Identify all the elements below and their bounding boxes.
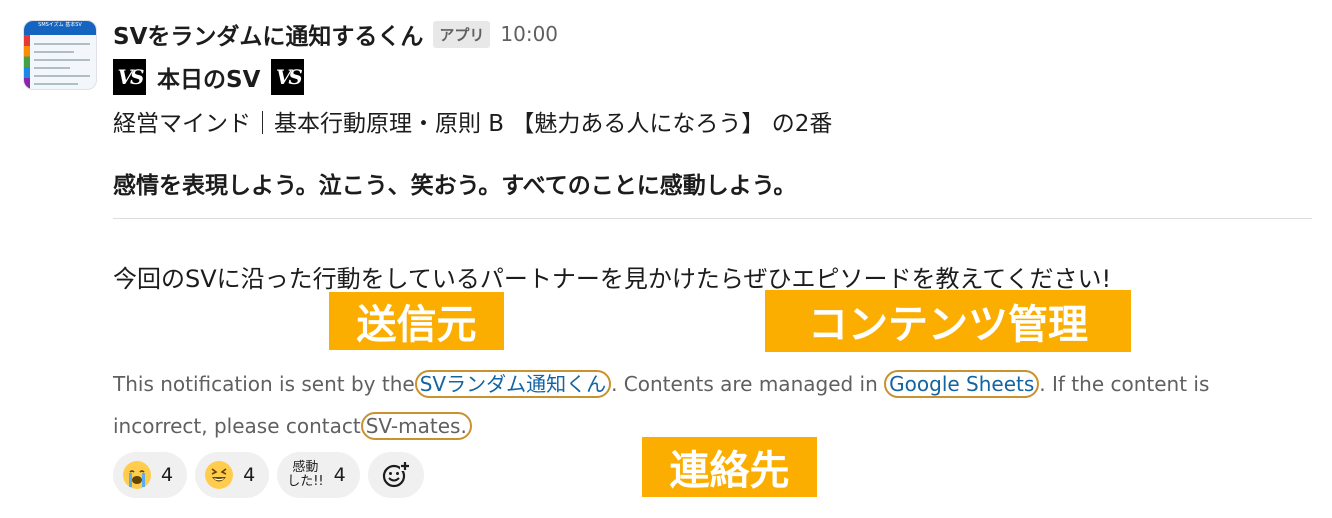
- sv-category: 経営マインド｜基本行動原理・原則 B 【魅力ある人になろう】 の2番: [113, 111, 833, 137]
- callout-contents: コンテンツ管理: [765, 290, 1131, 352]
- avatar-line: [34, 51, 74, 53]
- reaction-crying[interactable]: 4: [113, 452, 188, 498]
- reaction-kandou[interactable]: 感動 した!! 4: [277, 452, 360, 498]
- reaction-count: 4: [333, 464, 346, 486]
- avatar-line: [34, 83, 78, 85]
- add-emoji-icon: [382, 461, 410, 488]
- loudly-crying-face-icon: [123, 461, 151, 489]
- sender-link[interactable]: SVランダム通知くん: [414, 370, 612, 398]
- contact-mention[interactable]: SV-mates.: [360, 412, 472, 440]
- contact-name: SV-mates: [365, 414, 461, 438]
- vs-logo-icon: VS: [271, 59, 305, 95]
- avatar-sidebar: [24, 35, 30, 89]
- app-avatar[interactable]: SMSイズム 基本SV: [23, 20, 97, 90]
- message-timestamp[interactable]: 10:00: [500, 22, 558, 46]
- notification-footer: This notification is sent by the SVランダム通知…: [113, 363, 1303, 447]
- reaction-count: 4: [243, 464, 256, 486]
- callout-sender: 送信元: [329, 292, 504, 350]
- custom-emoji-line: 感動: [292, 460, 319, 475]
- avatar-line: [34, 59, 90, 61]
- divider: [113, 218, 1312, 219]
- google-sheets-link[interactable]: Google Sheets: [884, 370, 1040, 398]
- message-title: 本日のSV: [157, 67, 261, 93]
- reactions-bar: 4 4 感動 した!! 4: [113, 452, 424, 498]
- notice-text: . Contents are managed in: [611, 372, 878, 396]
- avatar-line: [34, 43, 90, 45]
- reaction-laughing[interactable]: 4: [195, 452, 270, 498]
- callout-contact: 連絡先: [642, 437, 817, 497]
- reaction-count: 4: [161, 464, 174, 486]
- app-name[interactable]: SVをランダムに通知するくん: [113, 17, 423, 51]
- laughing-face-icon: [205, 461, 234, 489]
- kandou-shita-icon: 感動 した!!: [287, 461, 323, 489]
- vs-logo-icon: VS: [113, 59, 146, 95]
- app-badge: アプリ: [433, 20, 491, 48]
- notice-text: This notification is sent by the: [113, 372, 415, 396]
- add-reaction-button[interactable]: [367, 452, 424, 498]
- avatar-line: [34, 67, 70, 69]
- avatar-line: [34, 75, 90, 77]
- notice-text: .: [460, 414, 467, 438]
- message-title-row: VS 本日のSV VS: [113, 58, 305, 96]
- custom-emoji-line: した!!: [287, 474, 324, 489]
- sv-principle: 感情を表現しよう。泣こう、笑おう。すべてのことに感動しよう。: [113, 173, 797, 199]
- avatar-header: SMSイズム 基本SV: [24, 21, 96, 35]
- message-header: SVをランダムに通知するくん アプリ 10:00: [113, 14, 558, 54]
